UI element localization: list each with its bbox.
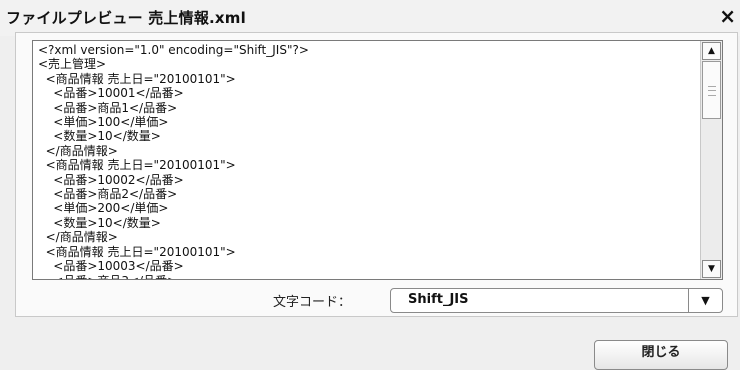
xml-line: <品番>商品2</品番>	[38, 187, 178, 202]
xml-line: <商品情報 売上日="20100101">	[38, 244, 236, 259]
xml-line: <単価>100</単価>	[38, 115, 169, 130]
xml-line: <売上管理>	[38, 57, 107, 72]
encoding-value: Shift_JIS	[408, 292, 469, 307]
encoding-label: 文字コード：	[273, 295, 352, 310]
scroll-down-icon[interactable]: ▼	[702, 260, 721, 278]
dialog-title: ファイルプレビュー 売上情報.xml	[6, 9, 246, 27]
xml-line: <品番>10001</品番>	[38, 86, 184, 101]
xml-line: <単価>200</単価>	[38, 201, 169, 216]
xml-line: <商品情報 売上日="20100101">	[38, 158, 236, 173]
xml-line: <品番>10002</品番>	[38, 172, 184, 187]
dialog-titlebar: ファイルプレビュー 売上情報.xml ×	[0, 0, 740, 36]
chevron-down-icon[interactable]: ▼	[688, 289, 722, 312]
xml-line: <数量>10</数量>	[38, 129, 161, 144]
xml-line: <品番>10003</品番>	[38, 259, 184, 274]
xml-preview-box[interactable]: <?xml version="1.0" encoding="Shift_JIS"…	[32, 40, 723, 280]
close-button[interactable]: 閉じる	[594, 340, 728, 370]
xml-line: <商品情報 売上日="20100101">	[38, 71, 236, 86]
xml-line: <品番>商品3</品番>	[38, 274, 177, 280]
encoding-select[interactable]: Shift_JIS ▼	[390, 288, 723, 313]
xml-line: <数量>10</数量>	[38, 215, 161, 230]
xml-line: </商品情報>	[38, 143, 118, 158]
xml-line: <品番>商品1</品番>	[38, 100, 178, 115]
xml-preview-text: <?xml version="1.0" encoding="Shift_JIS"…	[38, 43, 693, 280]
vertical-scrollbar[interactable]: ▲ ▼	[700, 41, 722, 279]
close-icon[interactable]: ×	[719, 4, 736, 28]
scroll-up-icon[interactable]: ▲	[702, 42, 721, 60]
scroll-grip-icon	[708, 86, 716, 96]
xml-line: <?xml version="1.0" encoding="Shift_JIS"…	[38, 43, 309, 57]
scroll-thumb[interactable]	[702, 61, 721, 119]
xml-line: </商品情報>	[38, 230, 118, 245]
